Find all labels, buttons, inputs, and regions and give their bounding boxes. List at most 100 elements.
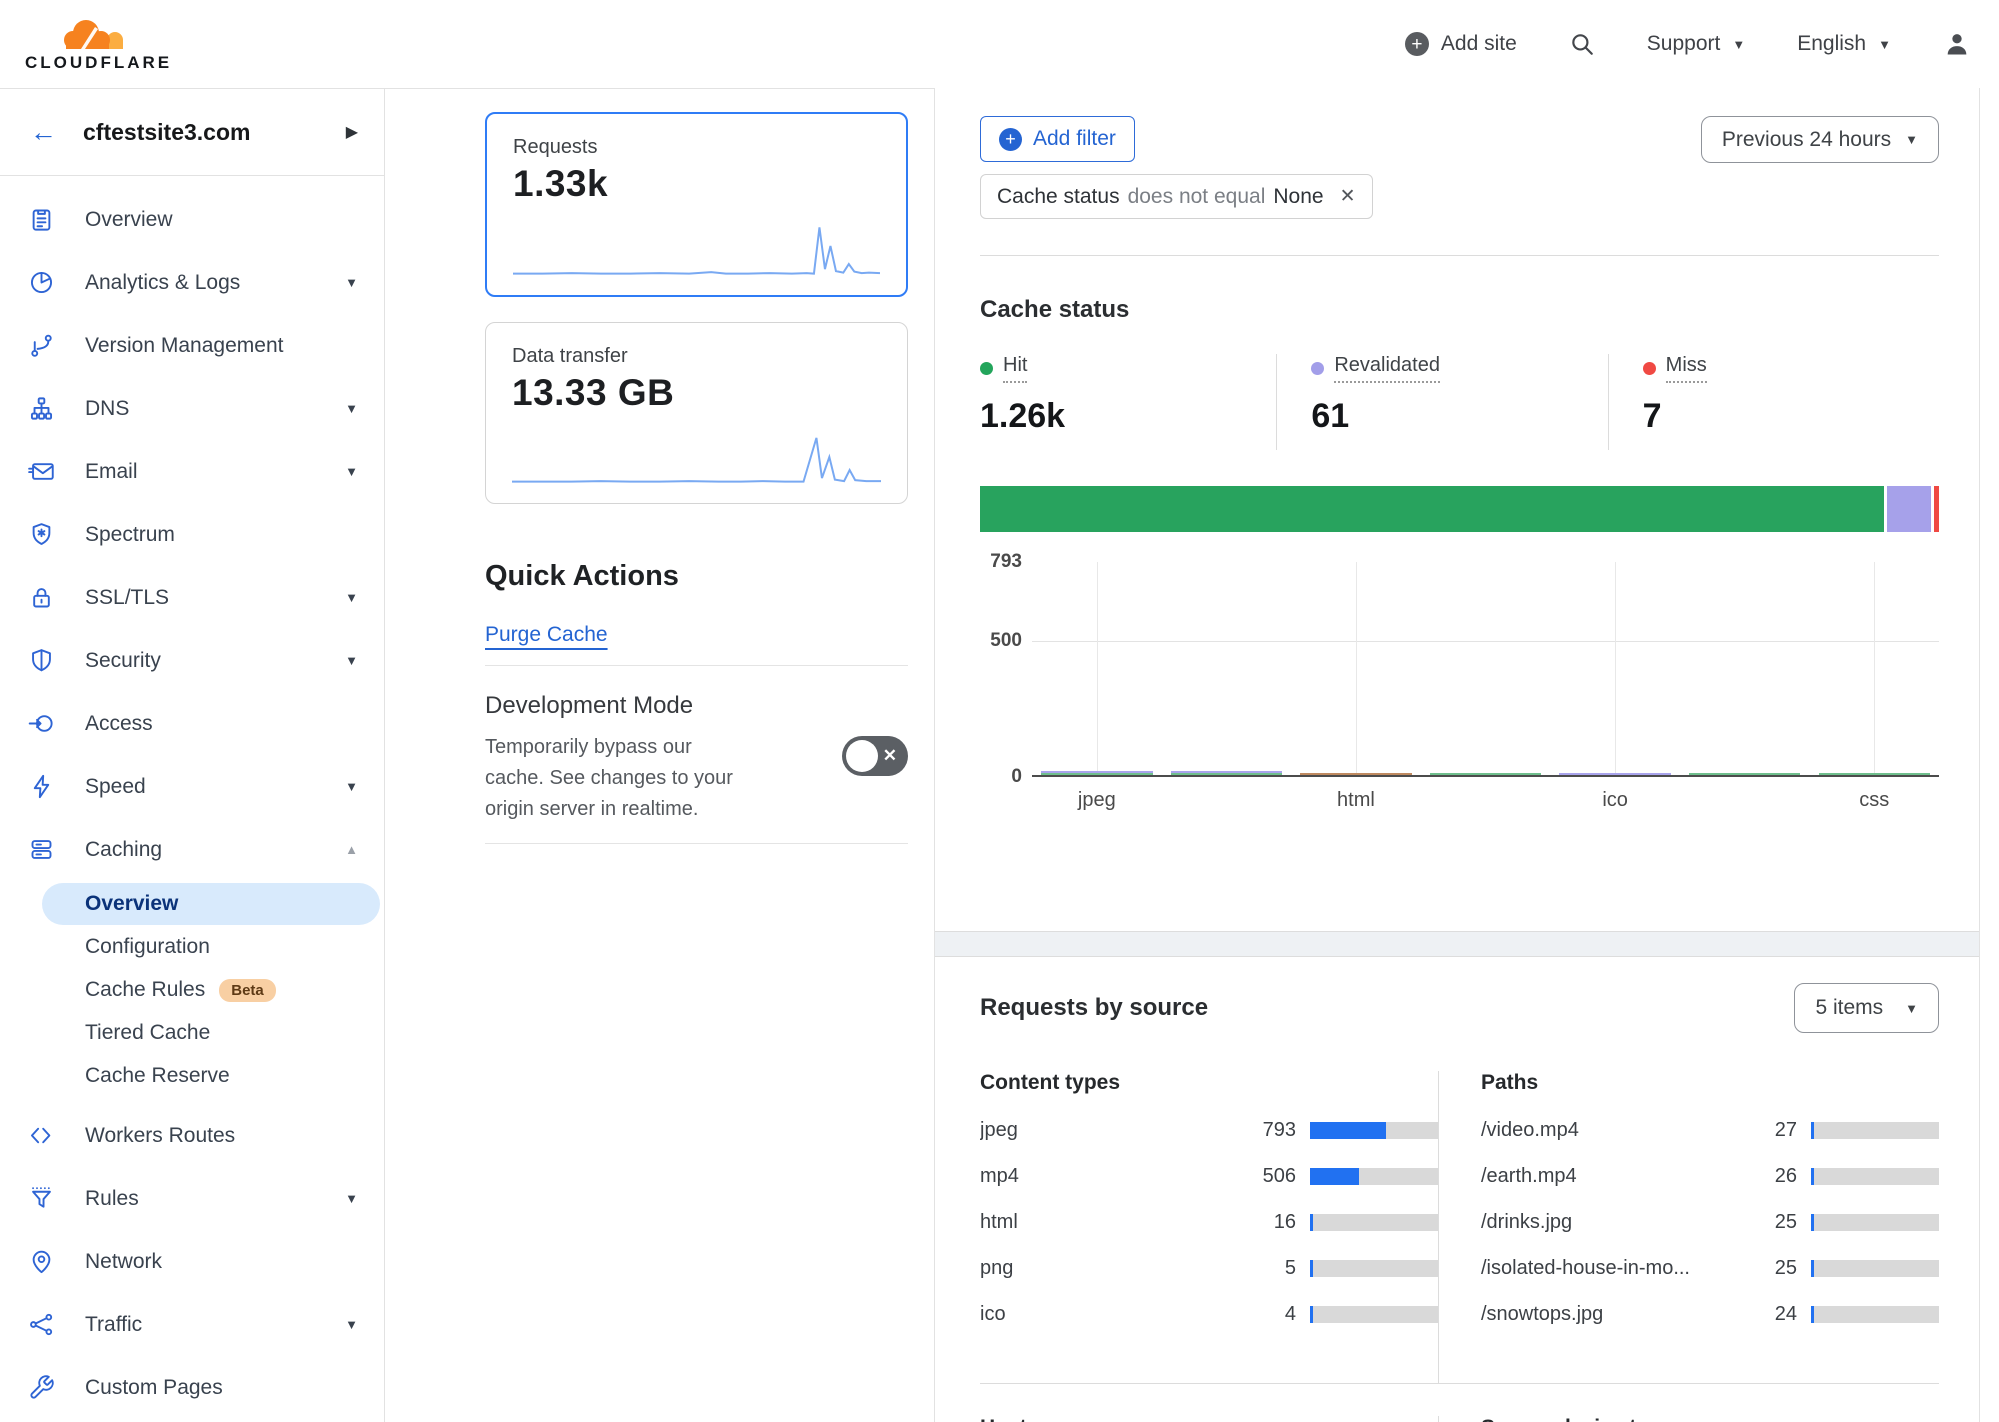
support-label: Support (1647, 32, 1721, 56)
table-row: /isolated-house-in-mo...25 (1481, 1245, 1939, 1291)
back-arrow-icon[interactable]: ← (30, 117, 57, 148)
device-types-title: Source device types (1481, 1416, 1939, 1422)
chevron-right-icon[interactable]: ▶ (346, 122, 358, 142)
remove-filter-icon[interactable]: ✕ (1340, 185, 1356, 208)
user-icon[interactable] (1943, 30, 1971, 58)
bars (1032, 562, 1939, 775)
shield-icon (28, 647, 55, 674)
sidebar-item-access[interactable]: Access (0, 692, 384, 755)
bar-segment-hit (1819, 773, 1930, 775)
sidebar-item-speed[interactable]: Speed ▼ (0, 755, 384, 818)
hierarchy-icon (28, 395, 55, 422)
bar-segment-hit (1689, 773, 1800, 775)
row-bar-track (1310, 1260, 1438, 1277)
plus-icon: + (999, 128, 1022, 151)
chevron-down-icon: ▼ (345, 464, 358, 479)
sidebar-item-spectrum[interactable]: Spectrum (0, 503, 384, 566)
miss-legend-label[interactable]: Miss (1643, 354, 1707, 383)
row-bar-fill (1811, 1122, 1814, 1139)
items-count-selector[interactable]: 5 items ▼ (1794, 983, 1939, 1033)
quick-actions-title: Quick Actions (485, 560, 907, 593)
add-filter-button[interactable]: + Add filter (980, 116, 1135, 162)
y-tick-label: 500 (990, 630, 1022, 652)
row-label: jpeg (980, 1119, 1238, 1142)
row-bar-fill (1811, 1168, 1814, 1185)
sidebar-item-caching[interactable]: Caching ▲ (0, 818, 384, 881)
hit-legend-label[interactable]: Hit (980, 354, 1027, 383)
row-bar-fill (1310, 1306, 1313, 1323)
time-range-selector[interactable]: Previous 24 hours ▼ (1701, 116, 1939, 163)
sidebar-subitem-cache-reserve[interactable]: Cache Reserve (42, 1055, 380, 1097)
miss-dot-icon (1643, 362, 1656, 375)
sidebar-item-workers-routes[interactable]: Workers Routes (0, 1104, 384, 1167)
row-bar-fill (1811, 1260, 1814, 1277)
revalidated-dot-icon (1311, 362, 1324, 375)
data-transfer-card[interactable]: Data transfer 13.33 GB (485, 322, 908, 504)
sidebar-item-email[interactable]: Email ▼ (0, 440, 384, 503)
row-bar-track (1811, 1168, 1939, 1185)
sidebar-item-version-management[interactable]: Version Management (0, 314, 384, 377)
add-site-label: Add site (1441, 32, 1517, 56)
row-label: ico (980, 1303, 1238, 1326)
server-stack-icon (28, 836, 55, 863)
site-name[interactable]: cftestsite3.com (83, 119, 250, 146)
table-row: ico4 (980, 1291, 1438, 1337)
language-menu[interactable]: English ▼ (1797, 32, 1891, 56)
row-value: 26 (1739, 1165, 1797, 1188)
sidebar-item-traffic[interactable]: Traffic ▼ (0, 1293, 384, 1356)
sidebar-item-overview[interactable]: Overview (0, 188, 384, 251)
support-menu[interactable]: Support ▼ (1647, 32, 1745, 56)
development-mode-title: Development Mode (485, 692, 907, 720)
requests-by-source-title: Requests by source (980, 994, 1208, 1022)
row-label: mp4 (980, 1165, 1238, 1188)
row-label: /snowtops.jpg (1481, 1303, 1739, 1326)
cloudflare-logo[interactable]: CLOUDFLARE (25, 15, 172, 73)
revalidated-value: 61 (1311, 397, 1607, 436)
sidebar-item-network[interactable]: Network (0, 1230, 384, 1293)
content-types-table: jpeg793mp4506html16png5ico4 (980, 1107, 1438, 1337)
row-bar-track (1310, 1168, 1438, 1185)
plus-icon: + (1405, 32, 1429, 56)
purge-cache-link[interactable]: Purge Cache (485, 623, 608, 647)
map-pin-icon (28, 1248, 55, 1275)
sidebar-subitem-caching-overview[interactable]: Overview (42, 883, 380, 925)
row-value: 24 (1739, 1303, 1797, 1326)
sidebar-subitem-cache-rules[interactable]: Cache Rules Beta (42, 969, 380, 1011)
sidebar-item-ssl-tls[interactable]: SSL/TLS ▼ (0, 566, 384, 629)
sidebar-item-analytics-logs[interactable]: Analytics & Logs ▼ (0, 251, 384, 314)
row-value: 5 (1238, 1257, 1296, 1280)
hit-dot-icon (980, 362, 993, 375)
x-tick-label: css (1809, 789, 1939, 812)
sidebar-item-security[interactable]: Security ▼ (0, 629, 384, 692)
row-label: /video.mp4 (1481, 1119, 1739, 1142)
brand-text: CLOUDFLARE (25, 53, 172, 73)
row-label: html (980, 1211, 1238, 1234)
chevron-up-icon: ▲ (345, 842, 358, 857)
filter-chip[interactable]: Cache status does not equal None ✕ (980, 174, 1373, 219)
table-row: html16 (980, 1199, 1438, 1245)
bar-unlabeled (1689, 773, 1800, 775)
sidebar-item-dns[interactable]: DNS ▼ (0, 377, 384, 440)
paths-column: Paths /video.mp427/earth.mp426/drinks.jp… (1438, 1071, 1939, 1383)
site-header: ← cftestsite3.com ▶ (0, 89, 384, 176)
search-icon[interactable] (1569, 31, 1595, 57)
revalidated-legend-label[interactable]: Revalidated (1311, 354, 1440, 383)
bar-html (1300, 773, 1411, 775)
cache-status-title: Cache status (980, 296, 1939, 324)
sidebar-subitem-tiered-cache[interactable]: Tiered Cache (42, 1012, 380, 1054)
sidebar-item-rules[interactable]: Rules ▼ (0, 1167, 384, 1230)
bar-segment-hit (1041, 773, 1152, 775)
bar-segment-hit (1430, 773, 1541, 775)
sidebar-subitem-configuration[interactable]: Configuration (42, 926, 380, 968)
requests-card[interactable]: Requests 1.33k (485, 112, 908, 297)
divider (485, 665, 908, 666)
sidebar-item-custom-pages[interactable]: Custom Pages (0, 1356, 384, 1419)
content-types-column: Content types jpeg793mp4506html16png5ico… (980, 1071, 1438, 1383)
requests-by-source-grid-top: Content types jpeg793mp4506html16png5ico… (980, 1071, 1939, 1383)
table-row: /earth.mp426 (1481, 1153, 1939, 1199)
development-mode-toggle[interactable]: ✕ (842, 736, 908, 776)
chevron-down-icon: ▼ (345, 653, 358, 668)
distribution-segment-hit (980, 486, 1884, 532)
add-site-button[interactable]: + Add site (1405, 32, 1517, 56)
development-mode-row: Temporarily bypass our cache. See change… (485, 732, 908, 825)
